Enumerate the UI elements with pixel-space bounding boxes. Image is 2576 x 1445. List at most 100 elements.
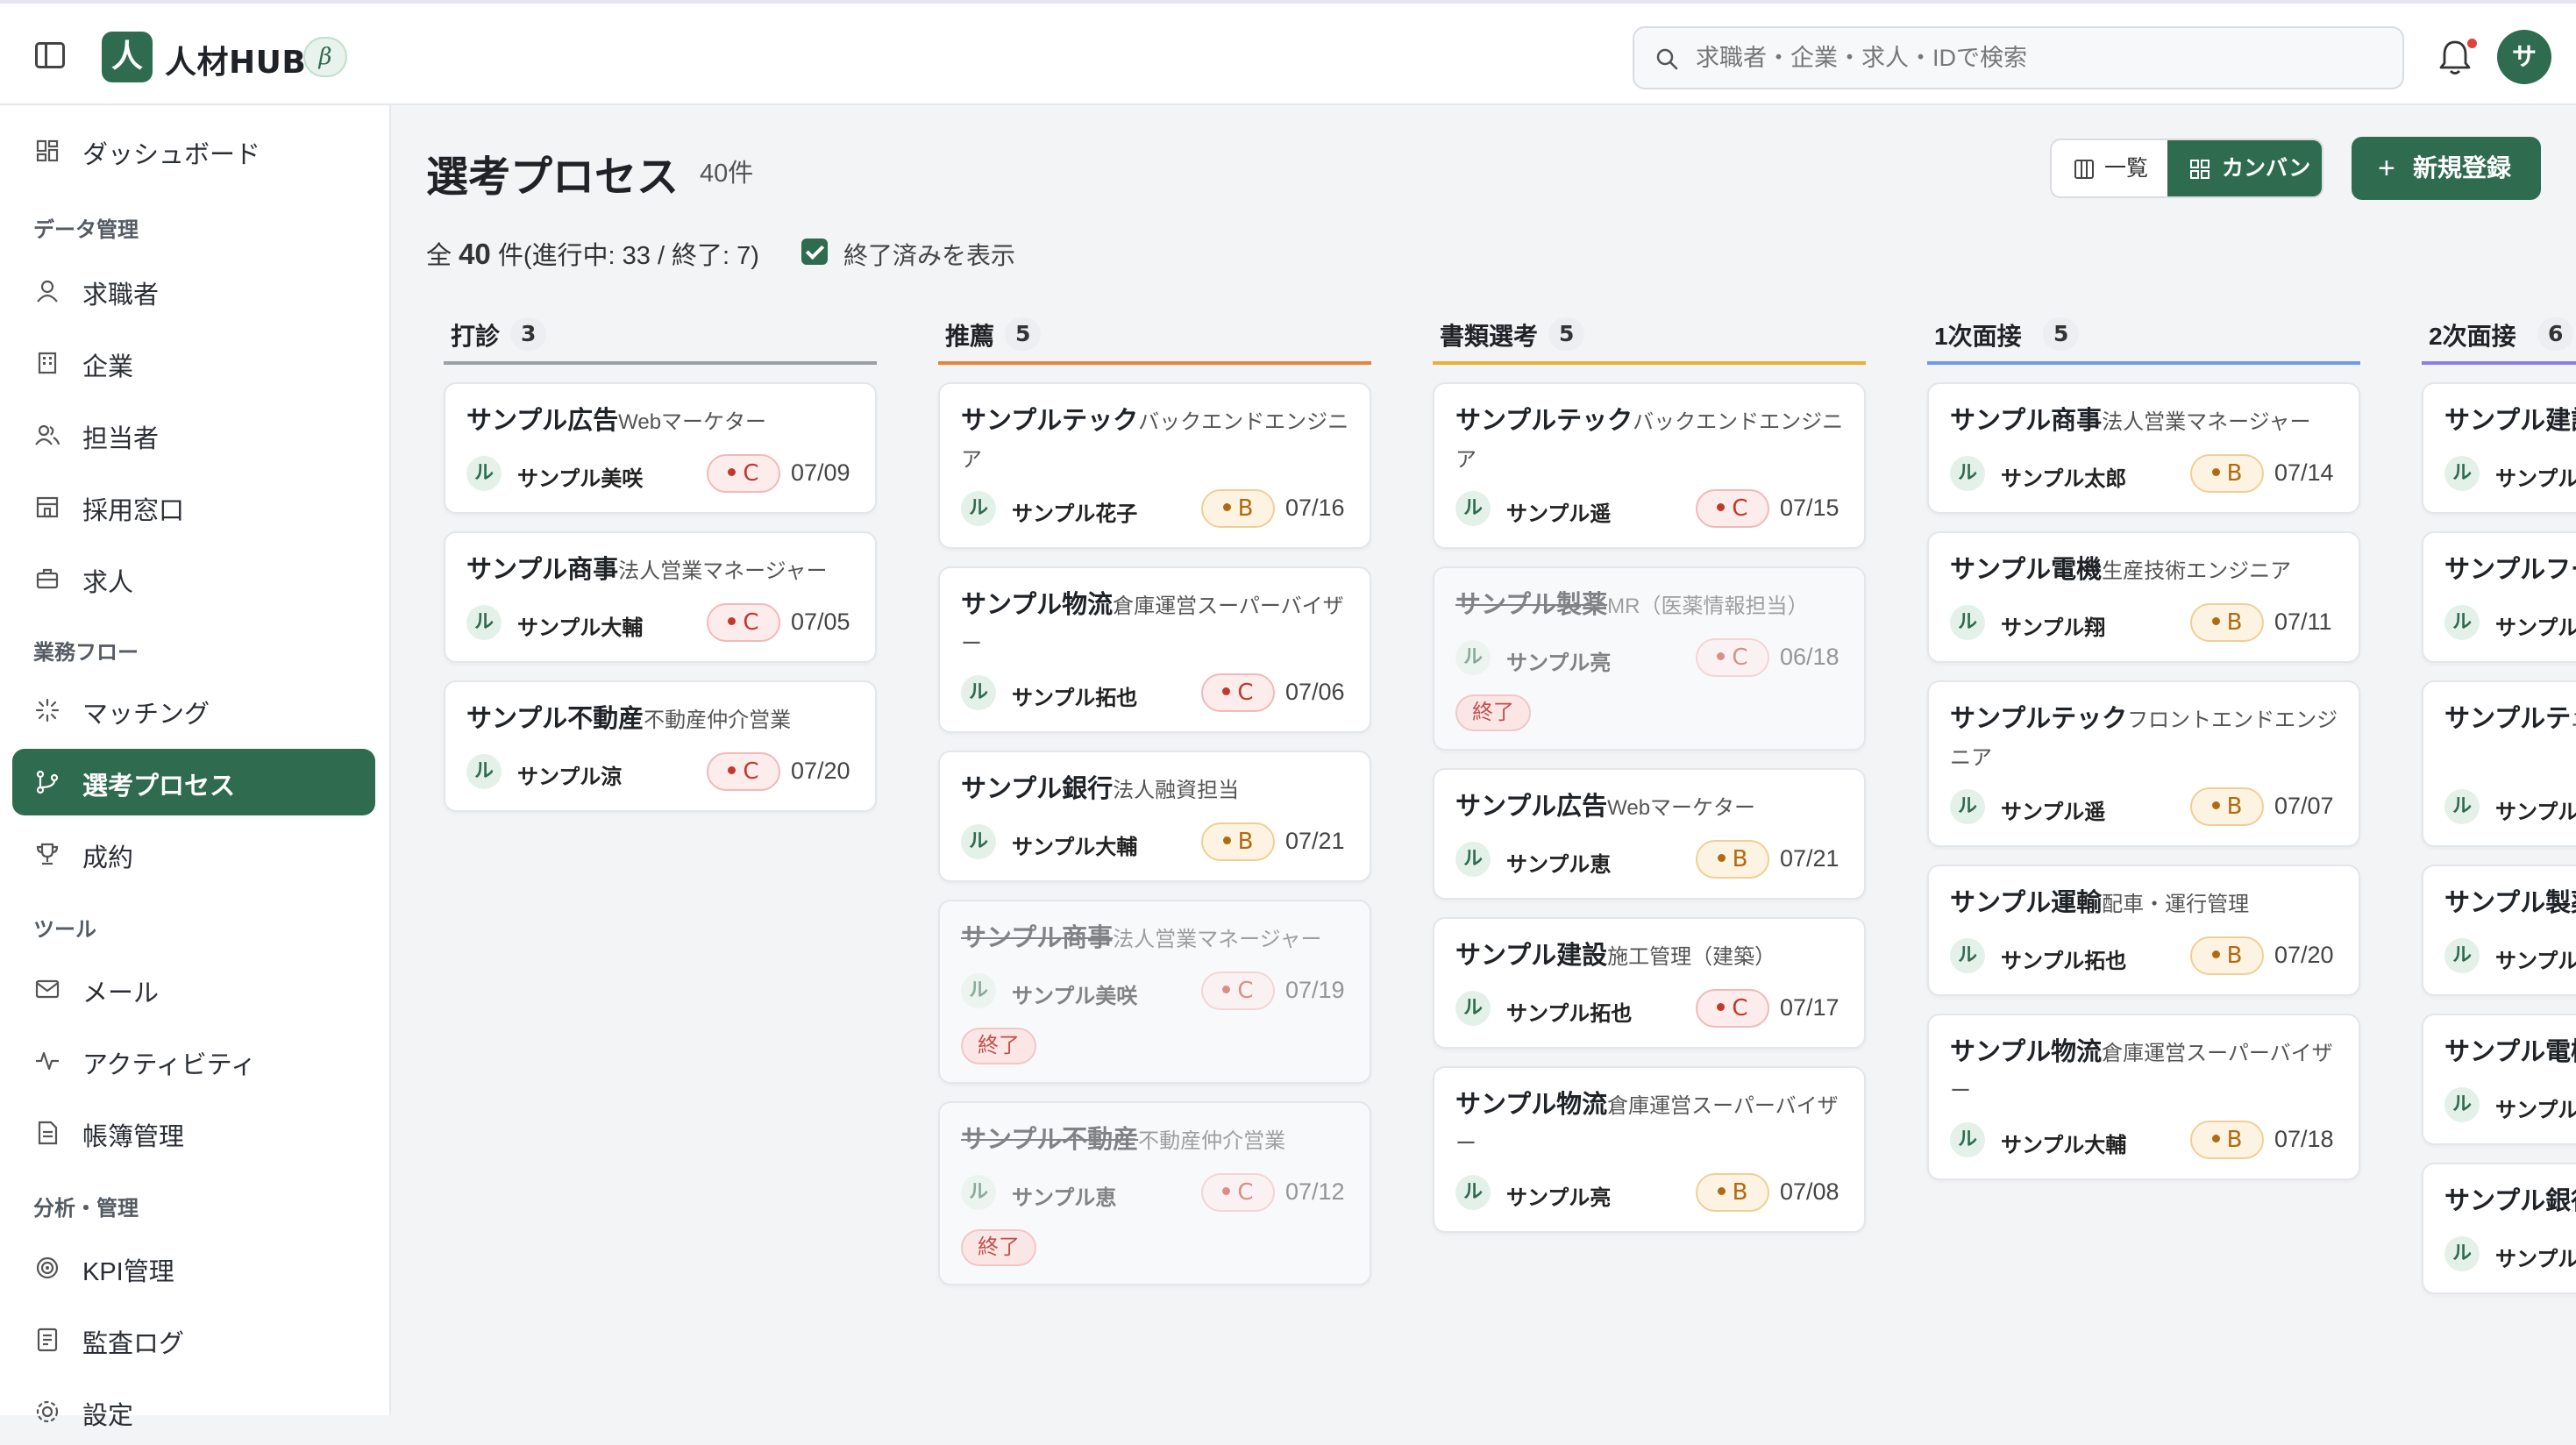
process-card[interactable]: サンプル商事法人営業マネージャールサンプル美咲 C 07/19 終了 xyxy=(938,900,1371,1084)
company-name: サンプル商事 xyxy=(466,556,619,584)
grid-icon xyxy=(2190,160,2210,179)
dashboard-icon xyxy=(36,139,59,162)
card-meta-row: ルサンプル美咲 C 07/19 xyxy=(961,972,1352,1010)
process-card[interactable]: サンプル不動産不動産仲介営業ルサンプル恵 C 07/12 終了 xyxy=(938,1101,1371,1285)
activity-icon xyxy=(36,1051,59,1071)
sidebar-item-ledger[interactable]: 帳簿管理 xyxy=(12,1100,375,1166)
process-card[interactable]: サンプル商事法人営業マネージャールサンプル太郎 B 07/14 xyxy=(1927,382,2360,514)
process-card[interactable]: サンプル物流倉庫運営スーパーバイザールサンプル大輔 B 07/18 xyxy=(1927,1014,2360,1180)
sidebar-item-audit-log[interactable]: 監査ログ xyxy=(12,1306,375,1373)
process-card[interactable]: サンプル建設ルサンプル xyxy=(2422,382,2576,514)
sidebar-item-kpi[interactable]: KPI管理 xyxy=(12,1235,375,1301)
column-name: 推薦 xyxy=(945,323,995,350)
sidebar-item-selection-process[interactable]: 選考プロセス xyxy=(12,749,375,815)
process-card[interactable]: サンプル商事法人営業マネージャールサンプル大輔 C 07/05 xyxy=(444,531,877,663)
process-card[interactable]: サンプルテックバックエンドエンジニアルサンプル遥 C 07/15 xyxy=(1433,382,1866,549)
target-icon xyxy=(36,1256,59,1279)
card-header: サンプル建設施工管理（建築） xyxy=(1455,938,1847,978)
company-name: サンプル不動産 xyxy=(961,1126,1139,1154)
card-date: 07/05 xyxy=(791,609,850,635)
sidebar-item-label: 設定 xyxy=(82,1402,134,1430)
process-card[interactable]: サンプル製薬ルサンプル xyxy=(2422,865,2576,996)
branch-icon xyxy=(36,770,59,794)
sidebar-item-companies[interactable]: 企業 xyxy=(12,330,375,396)
process-card[interactable]: サンプル建設施工管理（建築） ルサンプル拓也 C 07/17 xyxy=(1433,917,1866,1049)
view-list-button[interactable]: 一覧 xyxy=(2052,140,2167,196)
candidate-name: サンプル xyxy=(2495,801,2576,824)
sidebar-toggle-icon[interactable] xyxy=(35,42,65,68)
process-card[interactable]: サンプル不動産不動産仲介営業ルサンプル涼 C 07/20 xyxy=(444,680,877,812)
grade-badge: C xyxy=(707,454,780,493)
view-kanban-button[interactable]: カンバン xyxy=(2167,140,2322,196)
card-meta-row: ルサンプル xyxy=(2444,936,2576,975)
sidebar-item-contacts[interactable]: 担当者 xyxy=(12,402,375,468)
search-input[interactable] xyxy=(1696,28,2388,88)
job-title: 施工管理（建築） xyxy=(1607,945,1776,969)
company-name: サンプル運輸 xyxy=(1950,889,2103,917)
card-meta-row: ルサンプル xyxy=(2444,787,2576,826)
card-meta-row: ルサンプル xyxy=(2444,603,2576,642)
card-meta-row: ルサンプル xyxy=(2444,454,2576,493)
candidate-avatar: ル xyxy=(2444,789,2480,824)
card-date: 07/08 xyxy=(1780,1178,1839,1205)
sidebar-item-dashboard[interactable]: ダッシュボード xyxy=(12,117,375,184)
sidebar: ダッシュボード データ管理 求職者 企業 担当者 採用窓口 求人 業務フロー マ… xyxy=(0,105,391,1430)
sidebar-item-mail[interactable]: メール xyxy=(12,956,375,1022)
card-meta-row: ルサンプル花子 B 07/16 xyxy=(961,489,1352,528)
process-card[interactable]: サンプル運輸配車・運行管理ルサンプル拓也 B 07/20 xyxy=(1927,865,2360,996)
grade-dot-icon xyxy=(1222,687,1231,695)
users-icon xyxy=(35,424,60,445)
user-avatar[interactable]: サ xyxy=(2497,30,2551,84)
candidate-avatar: ル xyxy=(1950,789,1985,824)
card-header: サンプル銀行 xyxy=(2444,1184,2576,1223)
show-closed-checkbox[interactable] xyxy=(801,238,828,265)
card-header: サンプル製薬MR（医薬情報担当） xyxy=(1455,587,1847,627)
card-header: サンプル製薬 xyxy=(2444,886,2576,925)
sidebar-item-activity[interactable]: アクティビティ xyxy=(12,1028,375,1094)
card-date: 07/15 xyxy=(1780,495,1839,521)
process-card[interactable]: サンプル銀行ルサンプル xyxy=(2422,1163,2576,1294)
process-card[interactable]: サンプル電機ルサンプル xyxy=(2422,1014,2576,1145)
sidebar-item-settings[interactable]: 設定 xyxy=(12,1378,375,1445)
show-closed-label[interactable]: 終了済みを表示 xyxy=(843,237,1015,272)
sidebar-item-jobs[interactable]: 求人 xyxy=(12,545,375,612)
card-date: 07/07 xyxy=(2274,793,2334,819)
card-header: サンプル商事法人営業マネージャー xyxy=(961,921,1352,960)
grade-badge: B xyxy=(2190,454,2264,493)
sidebar-item-candidates[interactable]: 求職者 xyxy=(12,258,375,324)
process-card[interactable]: サンプル広告Webマーケタールサンプル美咲 C 07/09 xyxy=(444,382,877,514)
process-card[interactable]: サンプルテニアルサンプル xyxy=(2422,680,2576,847)
sidebar-item-contracts[interactable]: 成約 xyxy=(12,821,375,887)
grade-label: C xyxy=(1732,995,1748,1021)
grade-label: C xyxy=(1237,978,1254,1004)
column-count: 5 xyxy=(1548,317,1585,351)
column-header: 1次面接 5 xyxy=(1927,314,2360,365)
company-name: サンプルフー xyxy=(2444,556,2576,584)
grade-badge: B xyxy=(2190,603,2264,642)
card-header: サンプルテニア xyxy=(2444,701,2576,741)
process-card[interactable]: サンプル広告Webマーケタールサンプル恵 B 07/21 xyxy=(1433,768,1866,900)
search-box[interactable] xyxy=(1633,26,2404,89)
new-register-button[interactable]: + 新規登録 xyxy=(2352,137,2541,200)
candidate-name: サンプル翔 xyxy=(2001,616,2106,640)
process-card[interactable]: サンプルテックフロントエンドエンジニアルサンプル遥 B 07/07 xyxy=(1927,680,2360,847)
candidate-avatar: ル xyxy=(1950,1122,1985,1157)
card-meta-row: ルサンプル美咲 C 07/09 xyxy=(466,454,857,493)
process-card[interactable]: サンプル電機生産技術エンジニアルサンプル翔 B 07/11 xyxy=(1927,531,2360,663)
process-card[interactable]: サンプル物流倉庫運営スーパーバイザールサンプル拓也 C 07/06 xyxy=(938,566,1371,733)
sidebar-item-hiring-contact[interactable]: 採用窓口 xyxy=(12,473,375,540)
column-name: 2次面接 xyxy=(2429,323,2516,350)
sidebar-item-matching[interactable]: マッチング xyxy=(12,677,375,744)
process-card[interactable]: サンプルフールサンプル xyxy=(2422,531,2576,663)
process-card[interactable]: サンプル銀行法人融資担当ルサンプル大輔 B 07/21 xyxy=(938,751,1371,882)
process-card[interactable]: サンプルテックバックエンドエンジニアルサンプル花子 B 07/16 xyxy=(938,382,1371,549)
process-card[interactable]: サンプル製薬MR（医薬情報担当） ルサンプル亮 C 06/18 終了 xyxy=(1433,566,1866,751)
card-meta-row: ルサンプル拓也 B 07/20 xyxy=(1950,936,2341,975)
process-card[interactable]: サンプル物流倉庫運営スーパーバイザールサンプル亮 B 07/08 xyxy=(1433,1066,1866,1233)
candidate-avatar: ル xyxy=(1950,605,1985,640)
grade-badge: B xyxy=(2190,1121,2264,1159)
job-title: ニア xyxy=(2571,708,2576,732)
grade-label: C xyxy=(1237,1179,1254,1206)
candidate-avatar: ル xyxy=(2444,938,2480,973)
candidate-avatar: ル xyxy=(2444,1236,2480,1271)
